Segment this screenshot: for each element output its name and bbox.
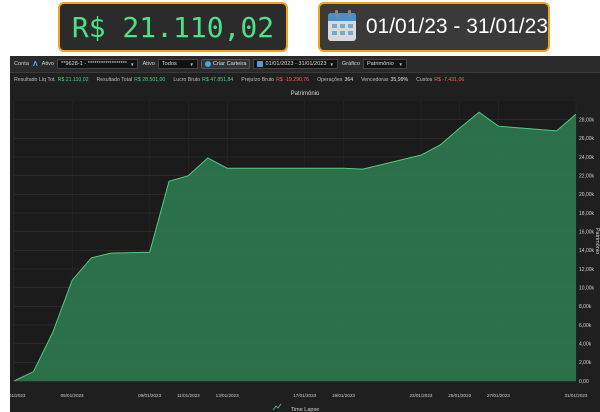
date-range-overlay-text: 01/01/23 - 31/01/23 bbox=[365, 15, 548, 38]
y-tick-label: 12,00k bbox=[579, 267, 595, 273]
y-tick-label: 2,00k bbox=[579, 360, 592, 366]
y-axis-title: Patrimônio bbox=[594, 228, 600, 254]
x-tick-label: 25/01/2023 bbox=[448, 393, 471, 398]
y-tick-label: 0,00 bbox=[579, 379, 589, 385]
y-tick-label: 18,00k bbox=[579, 211, 595, 217]
x-tick-label: 23/01/2023 bbox=[409, 393, 432, 398]
x-tick-label: 17/01/2023 bbox=[293, 393, 316, 398]
y-tick-label: 20,00k bbox=[579, 192, 595, 198]
x-tick-label: 13/01/2023 bbox=[216, 393, 239, 398]
x-tick-label: 27/01/2023 bbox=[487, 393, 510, 398]
y-tick-label: 26,00k bbox=[579, 136, 595, 142]
y-tick-label: 6,00k bbox=[579, 323, 592, 329]
x-tick-label: 09/01/2023 bbox=[138, 393, 161, 398]
y-tick-label: 28,00k bbox=[579, 117, 595, 123]
y-tick-label: 10,00k bbox=[579, 285, 595, 291]
x-tick-label: 02/01/2023 bbox=[10, 393, 26, 398]
trend-icon bbox=[272, 403, 282, 411]
y-tick-label: 8,00k bbox=[579, 304, 592, 310]
x-tick-label: 31/01/2023 bbox=[565, 393, 588, 398]
x-tick-label: 05/01/2023 bbox=[61, 393, 84, 398]
x-tick-label: 11/01/2023 bbox=[177, 393, 200, 398]
date-range-overlay-badge: 01/01/23 - 31/01/23 bbox=[318, 2, 550, 52]
y-tick-label: 14,00k bbox=[579, 248, 595, 254]
calendar-icon bbox=[328, 10, 356, 41]
patrimonio-chart: 0,00 2,00k 4,00k 6,00k 8,00k 10,00k 12,00k 14,0… bbox=[10, 101, 600, 412]
y-tick-label: 4,00k bbox=[579, 341, 592, 347]
y-tick-label: 22,00k bbox=[579, 173, 595, 179]
x-tick-label: 19/01/2023 bbox=[332, 393, 355, 398]
x-axis-title: Time Lapse bbox=[291, 407, 320, 412]
result-overlay-value: R$ 21.110,02 bbox=[71, 10, 275, 44]
result-overlay-badge: R$ 21.110,02 bbox=[58, 2, 288, 52]
patrimonio-report-window: Conta Λ Ativo **9628-1 - ***************… bbox=[10, 56, 600, 412]
y-tick-label: 16,00k bbox=[579, 229, 595, 235]
y-tick-label: 24,00k bbox=[579, 155, 595, 161]
